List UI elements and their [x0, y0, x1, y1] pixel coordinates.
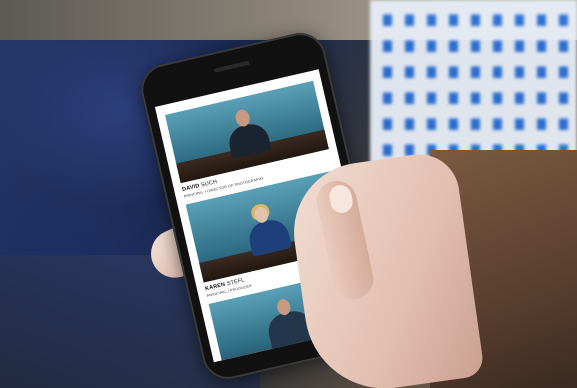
photo-scene: DAVID SUCH PRINCIPAL / DIRECTOR OF PHOTO…: [0, 0, 577, 388]
blurred-blue-pattern: [370, 0, 577, 175]
